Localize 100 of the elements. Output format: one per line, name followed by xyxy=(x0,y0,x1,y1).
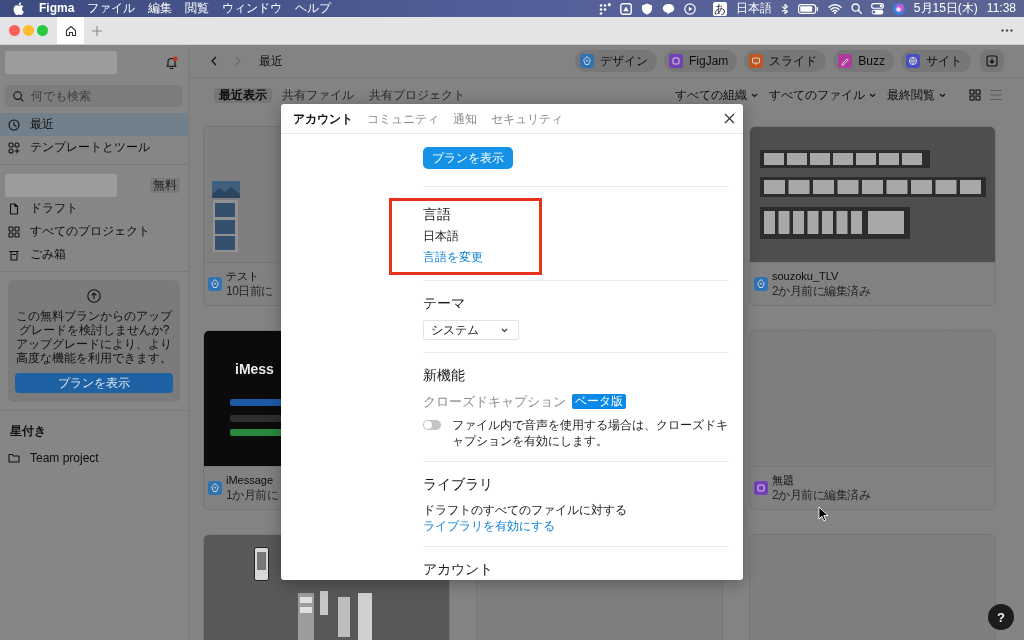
close-icon xyxy=(724,113,735,124)
product-button[interactable]: FigJam xyxy=(663,50,738,72)
beta-badge: ベータ版 xyxy=(572,394,626,409)
view-plans-button[interactable]: プランを表示 xyxy=(15,373,173,393)
section-heading: ライブラリ xyxy=(423,475,494,493)
section-heading: アカウント xyxy=(423,560,494,578)
sidebar-item[interactable]: 最近 xyxy=(0,113,188,136)
home-tab[interactable] xyxy=(57,17,84,44)
chevron-left-icon xyxy=(209,56,219,66)
menu-bar-item[interactable]: ウィンドウ xyxy=(222,1,283,16)
import-button[interactable] xyxy=(980,50,1004,72)
filter-tab[interactable]: 共有プロジェクト xyxy=(364,87,470,103)
language-value: 日本語 xyxy=(423,228,460,244)
document-icon xyxy=(8,202,20,215)
product-button[interactable]: Buzz xyxy=(833,50,894,72)
close-button[interactable] xyxy=(724,113,735,124)
plan-badge: 無料 xyxy=(150,177,180,193)
preview-title: iMess xyxy=(235,360,274,378)
filter-tab[interactable]: 共有ファイル xyxy=(277,87,359,103)
filter-dropdown[interactable]: すべてのファイル xyxy=(769,87,876,103)
menu-bar-item[interactable]: ヘルプ xyxy=(295,1,332,16)
product-button[interactable]: サイト xyxy=(901,50,971,72)
sidebar-item[interactable]: すべてのプロジェクト xyxy=(0,220,188,243)
grid-view-icon[interactable] xyxy=(969,89,981,101)
triangle-square-icon[interactable] xyxy=(619,2,632,15)
grid-icon xyxy=(8,225,20,238)
arrow-up-circle-icon xyxy=(87,289,101,303)
more-icon[interactable] xyxy=(1001,29,1013,32)
chevron-down-icon xyxy=(751,92,758,98)
home-icon xyxy=(64,24,77,37)
dialog-tab[interactable]: セキュリティ xyxy=(491,110,563,127)
shield-icon[interactable] xyxy=(640,2,653,15)
section-heading: テーマ xyxy=(423,294,466,312)
sidebar-item[interactable]: ドラフト xyxy=(0,197,188,220)
menu-bar-item[interactable]: ファイル xyxy=(87,1,136,16)
search-icon[interactable] xyxy=(850,3,862,14)
file-edited-time: 1か月前に xyxy=(226,488,279,503)
chat-bubble-icon[interactable] xyxy=(661,2,675,15)
product-button[interactable]: スライド xyxy=(744,50,827,72)
menu-bar-clock[interactable]: 11:38 xyxy=(986,1,1016,16)
dialog-tab[interactable]: コミュニティ xyxy=(367,110,439,127)
theme-dropdown[interactable]: システム xyxy=(423,320,519,340)
clock-icon xyxy=(8,118,20,131)
section-heading: 新機能 xyxy=(423,366,466,384)
folder-icon xyxy=(8,451,20,464)
back-button[interactable] xyxy=(209,56,219,66)
file-edited-time: 2か月前に編集済み xyxy=(772,284,871,299)
input-language-label: 日本語 xyxy=(735,1,772,16)
menu-bar-item[interactable]: 編集 xyxy=(148,1,173,16)
apps-icon xyxy=(8,141,20,154)
bell-icon[interactable] xyxy=(165,56,178,69)
file-card[interactable]: 無題 2か月前に編集済み xyxy=(749,330,996,510)
mouse-pointer-icon xyxy=(818,506,829,522)
dialog-tab[interactable]: アカウント xyxy=(293,110,353,127)
change-language-link[interactable]: 言語を変更 xyxy=(423,249,483,265)
toggles-icon[interactable] xyxy=(870,2,884,15)
orb-icon[interactable] xyxy=(892,2,905,15)
feature-name: クローズドキャプション xyxy=(423,392,566,411)
view-plans-button[interactable]: プランを表示 xyxy=(423,147,513,169)
filter-dropdown[interactable]: 最終閲覧 xyxy=(887,87,946,103)
apple-logo-icon[interactable] xyxy=(13,2,24,15)
battery-icon[interactable] xyxy=(797,3,819,14)
filter-tab[interactable]: 最近表示 xyxy=(214,87,272,103)
file-edited-time: 10日前に xyxy=(226,284,273,299)
chevron-down-icon xyxy=(939,92,946,98)
library-text: ドラフトのすべてのファイルに対する ライブラリを有効にする xyxy=(423,502,628,534)
sidebar-item[interactable]: ごみ箱 xyxy=(0,243,188,266)
pen-nib-icon xyxy=(208,277,222,291)
sidebar-item[interactable]: テンプレートとツール xyxy=(0,136,188,159)
app-menu[interactable]: Figma xyxy=(39,1,75,16)
file-title: 無題 xyxy=(772,473,795,488)
product-button[interactable]: デザイン xyxy=(574,50,657,72)
file-edited-time: 2か月前に編集済み xyxy=(772,488,871,503)
caption-toggle[interactable] xyxy=(423,420,441,430)
section-heading: 言語 xyxy=(423,205,452,223)
feature-description: ファイル内で音声を使用する場合は、クローズドキャプションを有効にします。 xyxy=(452,417,729,449)
file-card[interactable]: souzoku_TLV 2か月前に編集済み xyxy=(749,126,996,306)
note-icon xyxy=(754,481,768,495)
sidebar-item[interactable]: Team project xyxy=(0,446,188,469)
menu-bar-item[interactable]: 閲覧 xyxy=(185,1,210,16)
file-title: souzoku_TLV xyxy=(772,269,840,284)
menu-bar-date[interactable]: 5月15日(木) xyxy=(913,1,978,16)
play-icon[interactable] xyxy=(683,2,696,15)
section-heading: 星付き xyxy=(9,423,47,440)
page-title: 最近 xyxy=(259,52,283,70)
bluetooth-icon[interactable] xyxy=(780,2,789,15)
pen-nib-icon xyxy=(208,481,222,495)
upgrade-text: この無料プランからのアップグレードを検討しませんか? アップグレードにより、より高度な機能を利用できます。 xyxy=(15,309,173,365)
chevron-down-icon xyxy=(501,327,508,333)
enable-library-link[interactable]: ライブラリを有効にする xyxy=(423,519,555,533)
search-icon xyxy=(13,90,24,102)
arrow-in-box-icon xyxy=(986,55,998,67)
filter-dropdown[interactable]: すべての組織 xyxy=(675,87,758,103)
chevron-down-icon xyxy=(869,92,876,98)
chevron-right-icon xyxy=(233,56,243,66)
wifi-icon[interactable] xyxy=(827,3,842,14)
dialog-tab[interactable]: 通知 xyxy=(453,110,477,127)
file-title: iMessage xyxy=(226,473,275,488)
dots-icon[interactable] xyxy=(598,2,611,15)
input-source-indicator[interactable]: あ xyxy=(712,1,727,16)
